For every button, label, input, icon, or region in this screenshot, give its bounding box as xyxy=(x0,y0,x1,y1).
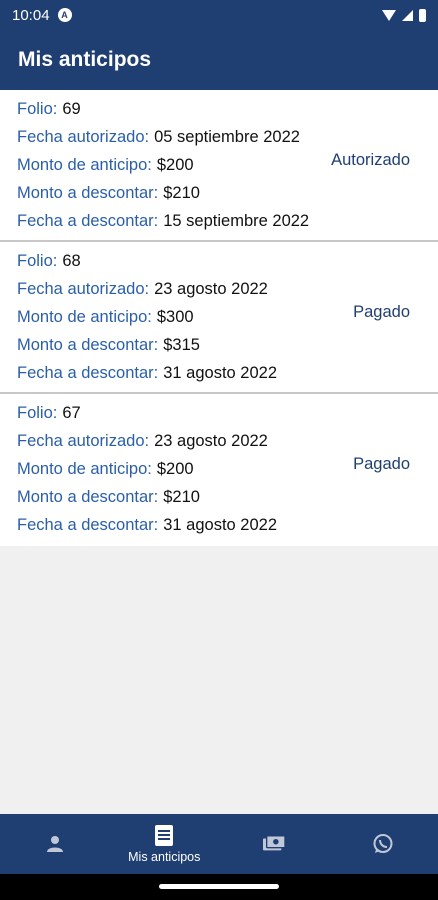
folio-label: Folio: xyxy=(17,99,58,118)
fecha-descontar-label: Fecha a descontar: xyxy=(17,363,159,382)
monto-descontar-label: Monto a descontar: xyxy=(17,335,159,354)
fecha-descontar-value: 31 agosto 2022 xyxy=(163,363,278,382)
anticipo-fields: Folio: 69 Fecha autorizado: 05 septiembr… xyxy=(17,95,325,235)
fecha-descontar-label: Fecha a descontar: xyxy=(17,211,159,230)
monto-anticipo-row: Monto de anticipo: $200 xyxy=(17,455,325,483)
money-icon xyxy=(262,833,285,855)
monto-descontar-label: Monto a descontar: xyxy=(17,183,159,202)
monto-anticipo-value: $200 xyxy=(156,155,194,174)
anticipo-card[interactable]: Folio: 69 Fecha autorizado: 05 septiembr… xyxy=(0,90,438,242)
fecha-descontar-value: 31 agosto 2022 xyxy=(163,515,278,534)
monto-anticipo-label: Monto de anticipo: xyxy=(17,155,152,174)
fecha-autorizado-value: 05 septiembre 2022 xyxy=(154,127,300,146)
nav-item-whatsapp[interactable] xyxy=(329,814,438,874)
nav-item-solicitar[interactable] xyxy=(219,814,329,874)
fecha-descontar-row: Fecha a descontar: 31 agosto 2022 xyxy=(17,359,325,387)
fecha-autorizado-label: Fecha autorizado: xyxy=(17,431,150,450)
fecha-autorizado-row: Fecha autorizado: 05 septiembre 2022 xyxy=(17,123,325,151)
page-title: Mis anticipos xyxy=(18,48,152,71)
person-icon xyxy=(44,833,66,855)
fecha-autorizado-value: 23 agosto 2022 xyxy=(154,279,268,298)
document-icon xyxy=(153,824,175,846)
folio-value: 69 xyxy=(62,99,81,118)
fecha-autorizado-value: 23 agosto 2022 xyxy=(154,431,268,450)
system-gesture-bar xyxy=(0,874,438,900)
folio-value: 68 xyxy=(62,251,81,270)
folio-value: 67 xyxy=(62,403,81,422)
status-badge: Pagado xyxy=(353,455,410,473)
monto-descontar-row: Monto a descontar: $210 xyxy=(17,483,325,511)
app-bar: Mis anticipos xyxy=(0,30,438,90)
monto-anticipo-row: Monto de anticipo: $200 xyxy=(17,151,325,179)
status-badge: Pagado xyxy=(353,303,410,321)
anticipo-card[interactable]: Folio: 67 Fecha autorizado: 23 agosto 20… xyxy=(0,394,438,546)
fecha-descontar-label: Fecha a descontar: xyxy=(17,515,159,534)
monto-anticipo-value: $300 xyxy=(156,307,194,326)
fecha-autorizado-row: Fecha autorizado: 23 agosto 2022 xyxy=(17,427,325,455)
folio-row: Folio: 67 xyxy=(17,399,325,427)
anticipo-card[interactable]: Folio: 68 Fecha autorizado: 23 agosto 20… xyxy=(0,242,438,394)
monto-descontar-value: $315 xyxy=(163,335,200,354)
monto-descontar-value: $210 xyxy=(163,183,200,202)
anticipos-list: Folio: 69 Fecha autorizado: 05 septiembr… xyxy=(0,90,438,546)
nav-label-mis-anticipos: Mis anticipos xyxy=(128,850,201,864)
fecha-autorizado-label: Fecha autorizado: xyxy=(17,127,150,146)
folio-label: Folio: xyxy=(17,251,58,270)
whatsapp-icon xyxy=(372,833,394,855)
monto-anticipo-row: Monto de anticipo: $300 xyxy=(17,303,325,331)
fecha-descontar-row: Fecha a descontar: 15 septiembre 2022 xyxy=(17,207,325,235)
app-notification-icon: A xyxy=(57,8,72,22)
folio-row: Folio: 69 xyxy=(17,95,325,123)
fecha-descontar-value: 15 septiembre 2022 xyxy=(163,211,310,230)
monto-descontar-value: $210 xyxy=(163,487,200,506)
nav-item-mis-anticipos[interactable]: Mis anticipos xyxy=(110,814,220,874)
monto-descontar-row: Monto a descontar: $210 xyxy=(17,179,325,207)
bottom-navigation: Mis anticipos xyxy=(0,814,438,874)
anticipo-fields: Folio: 67 Fecha autorizado: 23 agosto 20… xyxy=(17,399,325,539)
home-gesture-handle[interactable] xyxy=(159,884,279,889)
monto-anticipo-value: $200 xyxy=(156,459,194,478)
status-time: 10:04 xyxy=(12,6,50,24)
nav-item-perfil[interactable] xyxy=(0,814,110,874)
anticipo-fields: Folio: 68 Fecha autorizado: 23 agosto 20… xyxy=(17,247,325,387)
status-bar: 10:04 A xyxy=(0,0,438,30)
battery-icon xyxy=(419,8,426,22)
fecha-autorizado-label: Fecha autorizado: xyxy=(17,279,150,298)
monto-anticipo-label: Monto de anticipo: xyxy=(17,459,152,478)
status-badge: Autorizado xyxy=(331,151,410,169)
monto-descontar-row: Monto a descontar: $315 xyxy=(17,331,325,359)
cell-signal-icon xyxy=(402,9,413,21)
folio-label: Folio: xyxy=(17,403,58,422)
fecha-autorizado-row: Fecha autorizado: 23 agosto 2022 xyxy=(17,275,325,303)
status-indicators xyxy=(382,8,426,22)
monto-anticipo-label: Monto de anticipo: xyxy=(17,307,152,326)
fecha-descontar-row: Fecha a descontar: 31 agosto 2022 xyxy=(17,511,325,539)
wifi-icon xyxy=(382,9,396,21)
folio-row: Folio: 68 xyxy=(17,247,325,275)
monto-descontar-label: Monto a descontar: xyxy=(17,487,159,506)
